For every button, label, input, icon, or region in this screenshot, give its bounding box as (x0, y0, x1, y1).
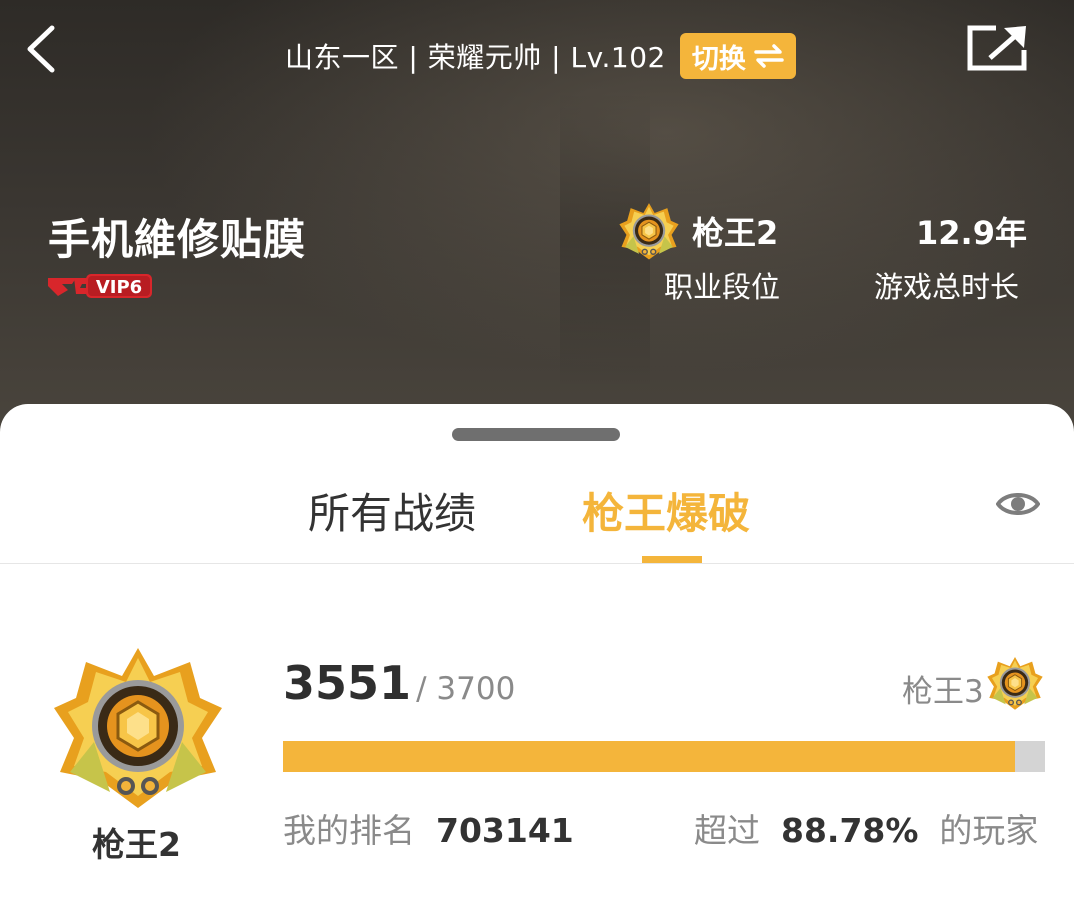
career-rank-value: 枪王2 (692, 214, 779, 252)
server-name: 山东一区 (285, 41, 400, 74)
share-icon (967, 25, 1027, 71)
visibility-toggle-button[interactable] (995, 488, 1041, 520)
honor-rank: 荣耀元帅 (427, 41, 542, 74)
share-button[interactable] (966, 24, 1028, 72)
vip-label: VIP6 (96, 277, 142, 298)
my-rank-label: 我的排名 (283, 811, 415, 850)
next-rank-name: 枪王3 (902, 674, 984, 710)
drag-handle[interactable] (452, 428, 620, 441)
my-rank-value: 703141 (435, 811, 574, 850)
rank-name: 枪王2 (92, 825, 181, 864)
my-rank-row: 我的排名 703141 (283, 804, 574, 852)
server-info-bar: 山东一区 | 荣耀元帅 | Lv.102 切换 (285, 33, 796, 79)
current-score: 3551 (283, 656, 412, 710)
player-level: Lv.102 (570, 41, 666, 74)
back-button[interactable] (22, 24, 70, 74)
score-max: / 3700 (416, 671, 516, 707)
rank-progress-bar (283, 741, 1045, 772)
vip-badge: VIP6 (46, 270, 156, 302)
next-rank-emblem-icon (986, 654, 1044, 712)
switch-button[interactable]: 切换 (679, 33, 796, 79)
eye-icon (995, 493, 1041, 515)
player-name: 手机維修贴膜 (48, 215, 307, 264)
play-time-label: 游戏总时长 (874, 270, 1020, 304)
rank-score: 3551 / 3700 (283, 656, 515, 710)
tab-divider (0, 563, 1074, 564)
exceed-percent: 88.78% (780, 811, 919, 850)
cf-logo-icon: VIP6 (48, 274, 152, 298)
players-label: 的玩家 (939, 811, 1039, 850)
exceed-label: 超过 (694, 811, 760, 850)
rank-emblem-icon (618, 200, 680, 262)
tab-all-records[interactable]: 所有战绩 (308, 480, 476, 541)
exceed-row: 超过 88.78% 的玩家 (694, 804, 1038, 852)
play-time-value: 12.9年 (916, 214, 1027, 252)
rank-progress-fill (283, 741, 1015, 772)
stats-sheet: 所有战绩 枪王爆破 枪王2 3551 / 3700 枪王3 我的排名 70314… (0, 404, 1074, 917)
server-info: 山东一区 | 荣耀元帅 | Lv.102 (285, 41, 666, 74)
back-arrow-icon (27, 25, 55, 73)
career-rank-label: 职业段位 (664, 270, 781, 304)
tab-sniper-demolition[interactable]: 枪王爆破 (582, 480, 750, 541)
rank-emblem-icon (50, 642, 226, 812)
switch-label: 切换 (691, 43, 746, 75)
profile-header-background: 山东一区 | 荣耀元帅 | Lv.102 切换 手机維修贴膜 VIP6 枪王2 … (0, 0, 1074, 440)
swap-arrows-icon (754, 44, 784, 68)
